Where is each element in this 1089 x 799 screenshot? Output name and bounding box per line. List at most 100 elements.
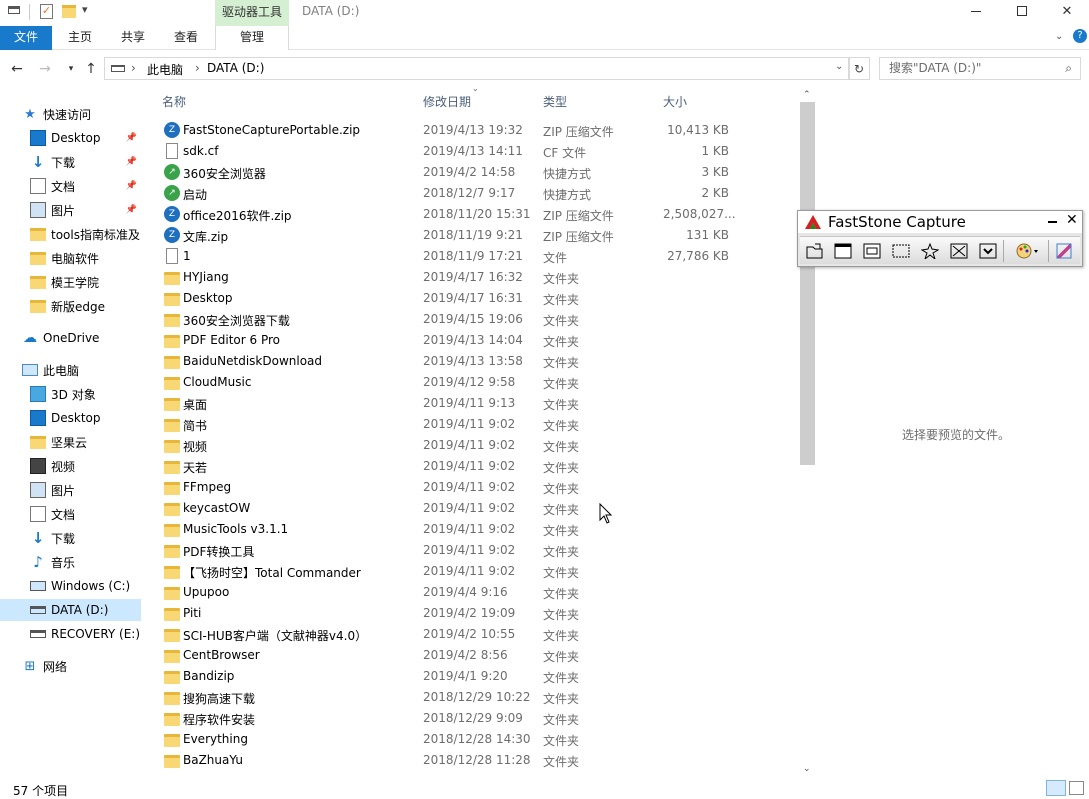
file-row[interactable]: Zoffice2016软件.zip 2018/11/20 15:31 ZIP 压缩文… xyxy=(160,204,800,225)
nav-item-20[interactable]: DATA (D:) xyxy=(0,599,141,621)
refresh-button[interactable]: ↻ xyxy=(848,57,870,80)
file-row[interactable]: Desktop 2019/4/17 16:31 文件夹 xyxy=(160,288,800,309)
file-row[interactable]: PDF转换工具 2019/4/11 9:02 文件夹 xyxy=(160,540,800,561)
nav-item-0[interactable]: ★ 快速访问 xyxy=(0,103,141,125)
file-row[interactable]: ↗ 启动 2018/12/7 9:17 快捷方式 2 KB xyxy=(160,183,800,204)
details-view-icon[interactable] xyxy=(1046,780,1066,796)
nav-item-3[interactable]: 文档 📌 xyxy=(0,175,141,197)
tab-manage[interactable]: 管理 xyxy=(215,26,289,50)
settings-icon[interactable] xyxy=(1055,241,1075,261)
expand-ribbon-icon[interactable]: ⌄ xyxy=(1055,31,1063,42)
file-row[interactable]: BaiduNetdiskDownload 2019/4/13 13:58 文件夹 xyxy=(160,351,800,372)
file-row[interactable]: 桌面 2019/4/11 9:13 文件夹 xyxy=(160,393,800,414)
faststone-minimize-icon[interactable] xyxy=(1048,221,1057,223)
file-row[interactable]: 视频 2019/4/11 9:02 文件夹 xyxy=(160,435,800,456)
address-bar[interactable]: › 此电脑 › DATA (D:) ⌄ xyxy=(104,57,850,80)
file-row[interactable]: 简书 2019/4/11 9:02 文件夹 xyxy=(160,414,800,435)
object-capture-icon[interactable] xyxy=(862,241,882,261)
pin-icon[interactable]: 📌 xyxy=(126,181,137,191)
pin-icon[interactable]: 📌 xyxy=(126,157,137,167)
faststone-close-icon[interactable]: ✕ xyxy=(1066,212,1078,228)
address-dropdown-icon[interactable]: ⌄ xyxy=(835,61,843,72)
file-row[interactable]: FFmpeg 2019/4/11 9:02 文件夹 xyxy=(160,477,800,498)
file-row[interactable]: 天若 2019/4/11 9:02 文件夹 xyxy=(160,456,800,477)
help-icon[interactable]: ? xyxy=(1073,29,1087,43)
file-row[interactable]: Bandizip 2019/4/1 9:20 文件夹 xyxy=(160,666,800,687)
nav-item-2[interactable]: ↓ 下载 📌 xyxy=(0,151,141,173)
output-color-icon[interactable] xyxy=(1012,241,1042,261)
file-row[interactable]: sdk.cf 2019/4/13 14:11 CF 文件 1 KB xyxy=(160,141,800,162)
file-row[interactable]: Z 文库.zip 2018/11/19 9:21 ZIP 压缩文件 131 KB xyxy=(160,225,800,246)
nav-item-5[interactable]: tools指南标准及 xyxy=(0,223,141,245)
column-header-type[interactable]: 类型 xyxy=(543,93,567,110)
window-capture-icon[interactable] xyxy=(833,241,853,261)
file-row[interactable]: BaZhuaYu 2018/12/28 11:28 文件夹 xyxy=(160,750,800,771)
nav-item-18[interactable]: ♪ 音乐 xyxy=(0,551,141,573)
tab-share[interactable]: 共享 xyxy=(107,26,159,50)
file-row[interactable]: 【飞扬时空】Total Commander 2019/4/11 9:02 文件夹 xyxy=(160,561,800,582)
drive-icon[interactable] xyxy=(8,6,20,14)
column-header-date[interactable]: 修改日期 xyxy=(423,93,471,110)
breadcrumb-this-pc[interactable]: 此电脑 xyxy=(147,61,183,78)
nav-item-21[interactable]: RECOVERY (E:) xyxy=(0,623,141,645)
back-button[interactable]: ← xyxy=(6,55,28,83)
rect-capture-icon[interactable] xyxy=(891,241,911,261)
nav-item-9[interactable]: ☁ OneDrive xyxy=(0,327,141,349)
nav-item-17[interactable]: ↓ 下载 xyxy=(0,527,141,549)
scroll-up-icon[interactable]: ⌃ xyxy=(803,90,811,100)
forward-button[interactable]: → xyxy=(34,55,56,83)
nav-item-8[interactable]: 新版edge xyxy=(0,295,141,317)
faststone-capture-toolbar[interactable]: FastStone Capture ✕ xyxy=(797,210,1083,267)
file-row[interactable]: Piti 2019/4/2 19:09 文件夹 xyxy=(160,603,800,624)
scroll-down-icon[interactable]: ⌄ xyxy=(803,764,811,774)
file-row[interactable]: PDF Editor 6 Pro 2019/4/13 14:04 文件夹 xyxy=(160,330,800,351)
tab-file[interactable]: 文件 xyxy=(0,26,52,50)
properties-icon[interactable]: ✓ xyxy=(40,4,53,19)
nav-item-10[interactable]: 此电脑 xyxy=(0,359,141,381)
file-row[interactable]: Everything 2018/12/28 14:30 文件夹 xyxy=(160,729,800,750)
nav-item-4[interactable]: 图片 📌 xyxy=(0,199,141,221)
nav-item-22[interactable]: ⊞ 网络 xyxy=(0,655,141,677)
nav-item-11[interactable]: 3D 对象 xyxy=(0,383,141,405)
file-row[interactable]: 搜狗高速下载 2018/12/29 10:22 文件夹 xyxy=(160,687,800,708)
breadcrumb-data-drive[interactable]: DATA (D:) xyxy=(207,61,264,75)
pin-icon[interactable]: 📌 xyxy=(126,133,137,143)
file-row[interactable]: 程序软件安装 2018/12/29 9:09 文件夹 xyxy=(160,708,800,729)
nav-item-14[interactable]: 视频 xyxy=(0,455,141,477)
column-header-size[interactable]: 大小 xyxy=(663,93,687,110)
faststone-title-bar[interactable]: FastStone Capture ✕ xyxy=(798,211,1082,233)
pin-icon[interactable]: 📌 xyxy=(126,205,137,215)
large-icons-view-icon[interactable] xyxy=(1069,781,1084,795)
open-icon[interactable] xyxy=(805,241,825,261)
file-row[interactable]: 1 2018/11/9 17:21 文件 27,786 KB xyxy=(160,246,800,267)
nav-item-7[interactable]: 模王学院 xyxy=(0,271,141,293)
column-header-name[interactable]: 名称 xyxy=(162,93,186,110)
minimize-button[interactable] xyxy=(953,0,999,22)
file-row[interactable]: keycastOW 2019/4/11 9:02 文件夹 xyxy=(160,498,800,519)
nav-item-6[interactable]: 电脑软件 xyxy=(0,247,141,269)
new-folder-icon[interactable] xyxy=(62,5,76,18)
scroll-capture-icon[interactable] xyxy=(978,241,998,261)
up-button[interactable]: ↑ xyxy=(80,55,102,83)
recent-locations-button[interactable]: ▾ xyxy=(60,55,82,83)
nav-item-13[interactable]: 坚果云 xyxy=(0,431,141,453)
maximize-button[interactable] xyxy=(999,0,1045,22)
nav-item-19[interactable]: Windows (C:) xyxy=(0,575,141,597)
file-row[interactable]: Upupoo 2019/4/4 9:16 文件夹 xyxy=(160,582,800,603)
tab-home[interactable]: 主页 xyxy=(55,26,105,50)
file-row[interactable]: HYJiang 2019/4/17 16:32 文件夹 xyxy=(160,267,800,288)
nav-item-12[interactable]: Desktop xyxy=(0,407,141,429)
file-row[interactable]: CentBrowser 2019/4/2 8:56 文件夹 xyxy=(160,645,800,666)
close-button[interactable]: ✕ xyxy=(1044,0,1089,22)
file-row[interactable]: SCI-HUB客户端（文献神器v4.0） 2019/4/2 10:55 文件夹 xyxy=(160,624,800,645)
freehand-capture-icon[interactable] xyxy=(920,241,940,261)
nav-item-15[interactable]: 图片 xyxy=(0,479,141,501)
fullscreen-capture-icon[interactable] xyxy=(949,241,969,261)
file-row[interactable]: CloudMusic 2019/4/12 9:58 文件夹 xyxy=(160,372,800,393)
search-input[interactable]: 搜索"DATA (D:)" ⌕ xyxy=(879,57,1081,80)
nav-item-16[interactable]: 文档 xyxy=(0,503,141,525)
customize-quick-access-icon[interactable]: ▾ xyxy=(82,3,88,19)
scrollbar-thumb[interactable] xyxy=(800,102,815,465)
file-row[interactable]: 360安全浏览器下载 2019/4/15 19:06 文件夹 xyxy=(160,309,800,330)
file-row[interactable]: MusicTools v3.1.1 2019/4/11 9:02 文件夹 xyxy=(160,519,800,540)
